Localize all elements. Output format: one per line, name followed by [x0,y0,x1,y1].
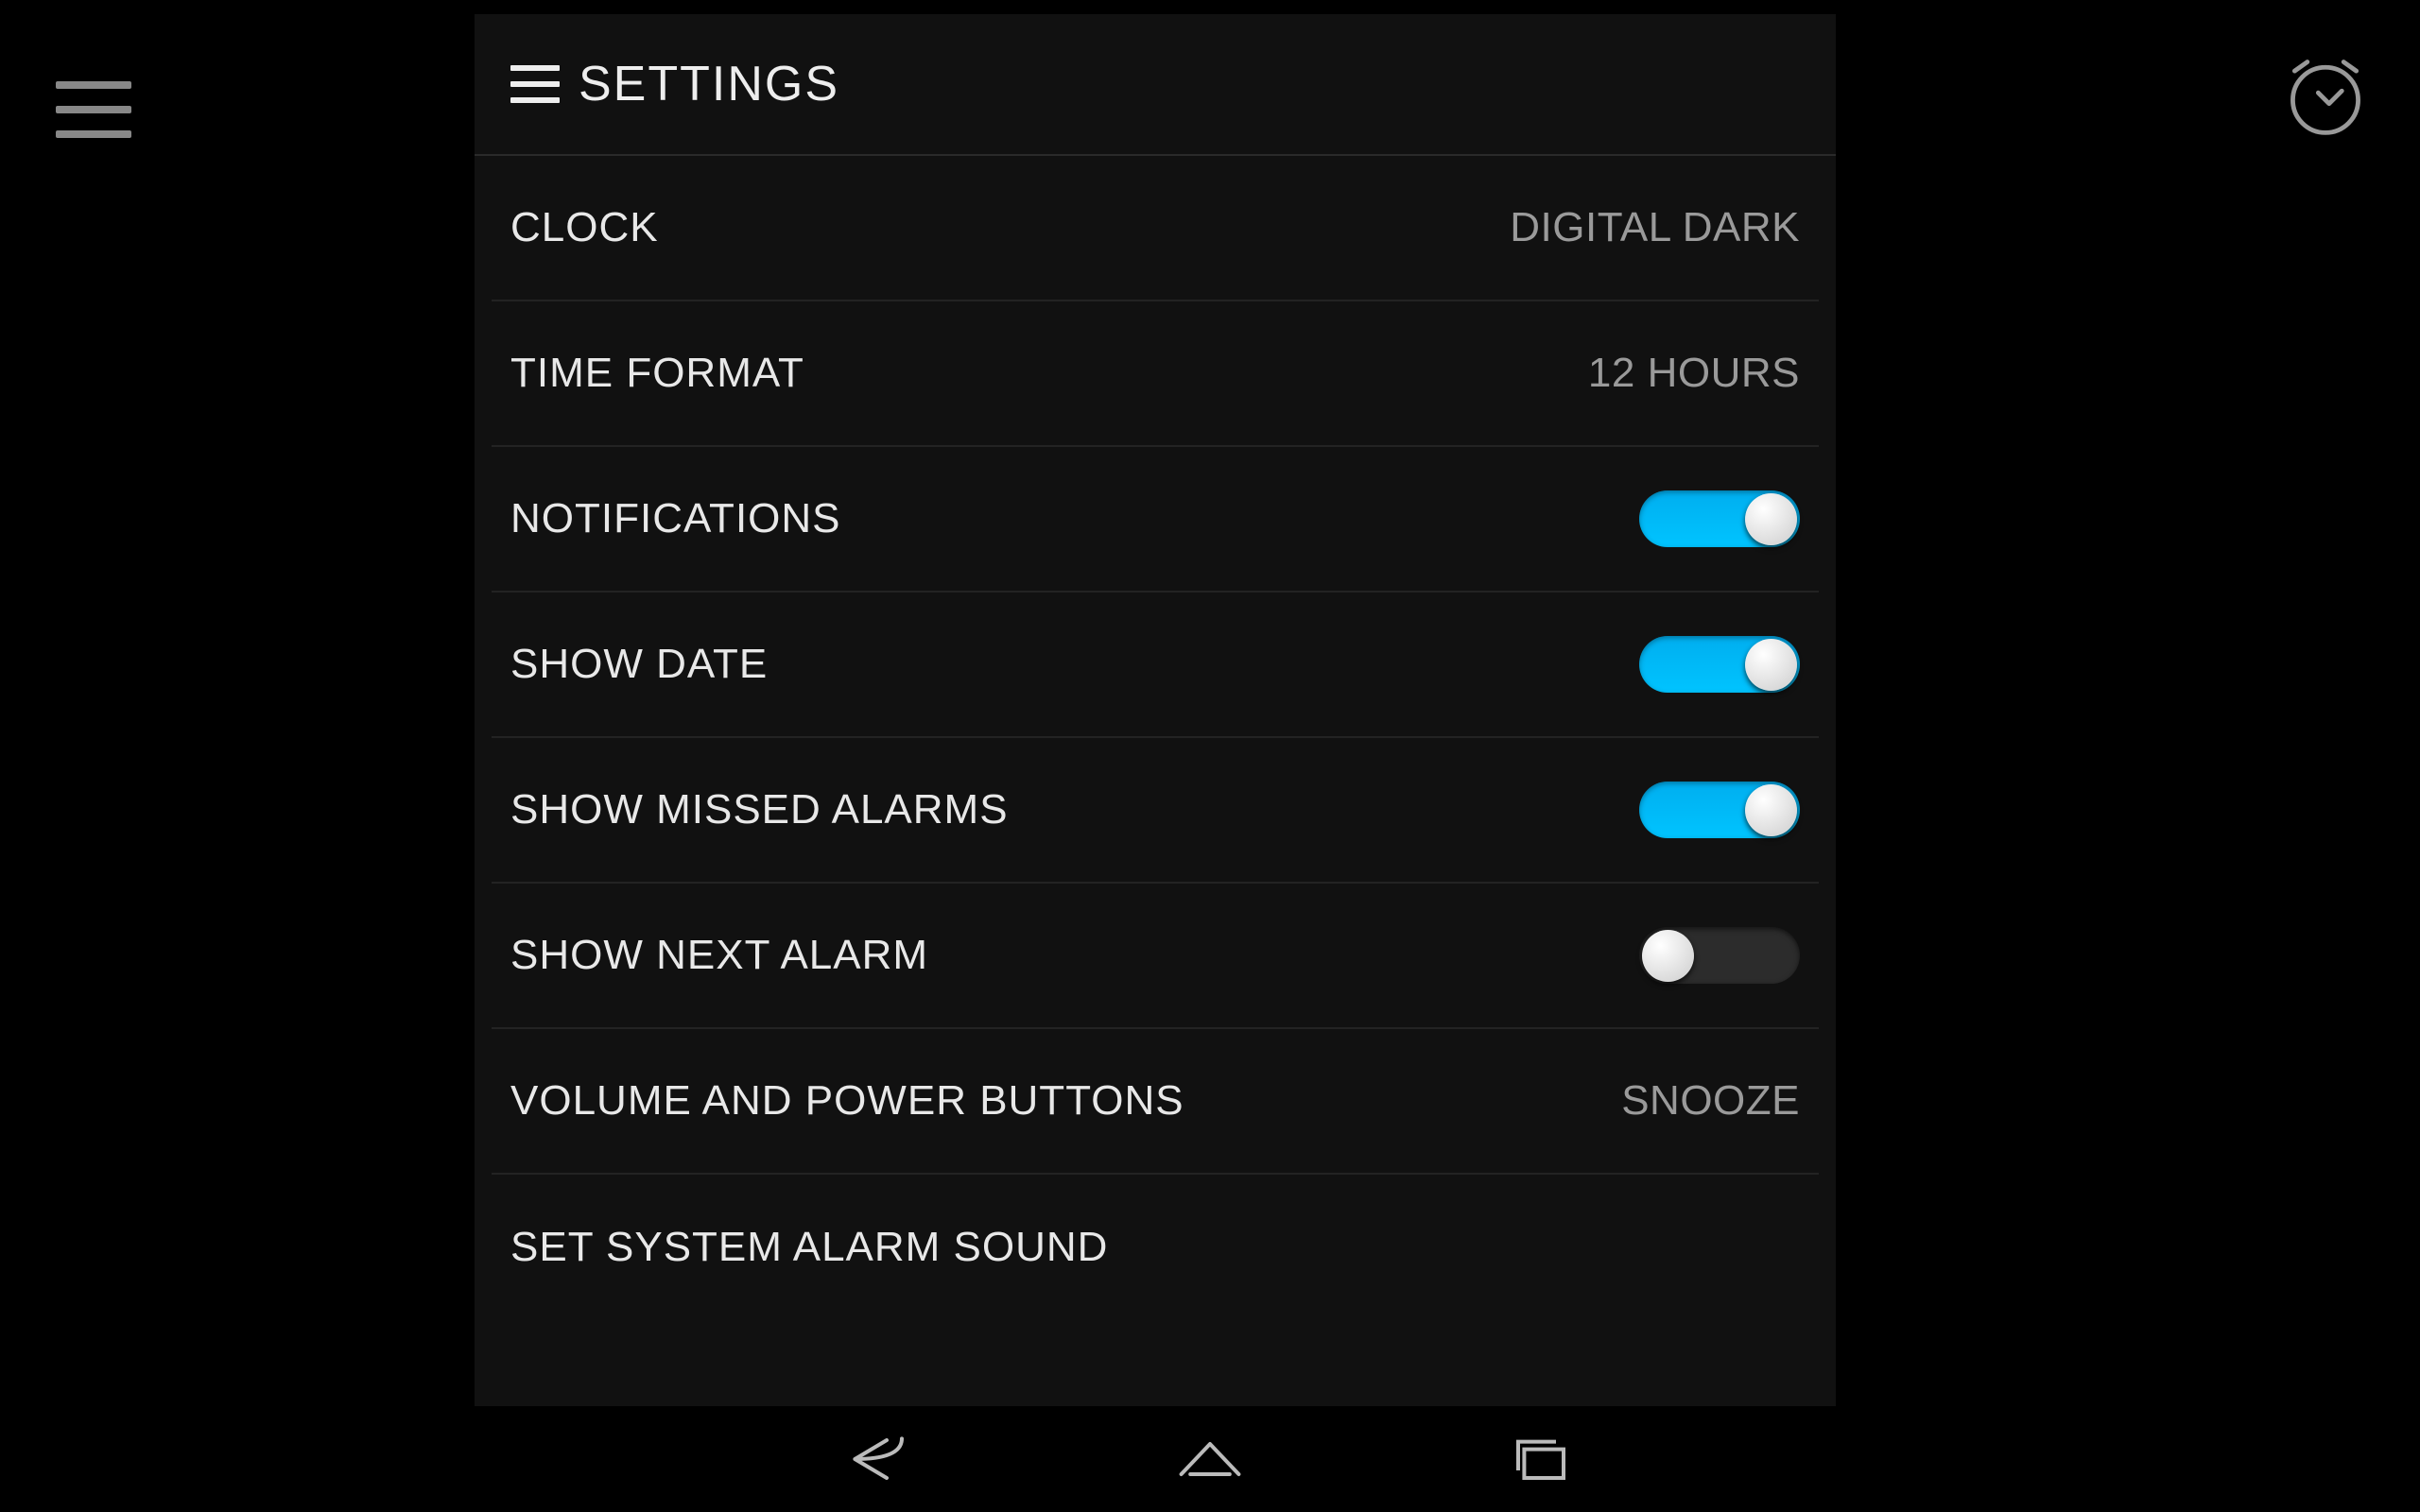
row-label: SET SYSTEM ALARM SOUND [510,1224,1108,1271]
row-show-date[interactable]: SHOW DATE [492,593,1819,738]
row-value: 12 HOURS [1588,350,1800,397]
row-volume-power-buttons[interactable]: VOLUME AND POWER BUTTONS SNOOZE [492,1029,1819,1175]
row-label: NOTIFICATIONS [510,495,841,542]
home-icon[interactable] [1172,1433,1248,1486]
row-value: DIGITAL DARK [1510,204,1800,251]
android-navbar [0,1406,2420,1512]
row-value: SNOOZE [1621,1077,1800,1125]
row-label: VOLUME AND POWER BUTTONS [510,1077,1184,1125]
row-show-next-alarm[interactable]: SHOW NEXT ALARM [492,884,1819,1029]
page-title: SETTINGS [579,56,839,112]
panel-hamburger-icon[interactable] [510,65,560,103]
back-icon[interactable] [841,1433,917,1486]
hamburger-icon[interactable] [56,81,131,138]
row-label: TIME FORMAT [510,350,804,397]
recents-icon[interactable] [1503,1433,1579,1486]
toggle-show-missed-alarms[interactable] [1639,782,1800,838]
row-label: SHOW MISSED ALARMS [510,786,1009,833]
panel-header: SETTINGS [475,14,1836,156]
row-label: SHOW NEXT ALARM [510,932,928,979]
row-show-missed-alarms[interactable]: SHOW MISSED ALARMS [492,738,1819,884]
settings-panel: SETTINGS CLOCK DIGITAL DARK TIME FORMAT … [475,14,1836,1512]
row-label: SHOW DATE [510,641,768,688]
row-clock[interactable]: CLOCK DIGITAL DARK [492,156,1819,301]
toggle-show-date[interactable] [1639,636,1800,693]
row-label: CLOCK [510,204,659,251]
settings-list: CLOCK DIGITAL DARK TIME FORMAT 12 HOURS … [475,156,1836,1512]
row-time-format[interactable]: TIME FORMAT 12 HOURS [492,301,1819,447]
toggle-notifications[interactable] [1639,490,1800,547]
row-notifications[interactable]: NOTIFICATIONS [492,447,1819,593]
toggle-show-next-alarm[interactable] [1639,927,1800,984]
row-set-system-alarm-sound[interactable]: SET SYSTEM ALARM SOUND [492,1175,1819,1320]
alarm-clock-icon[interactable] [2280,51,2371,146]
